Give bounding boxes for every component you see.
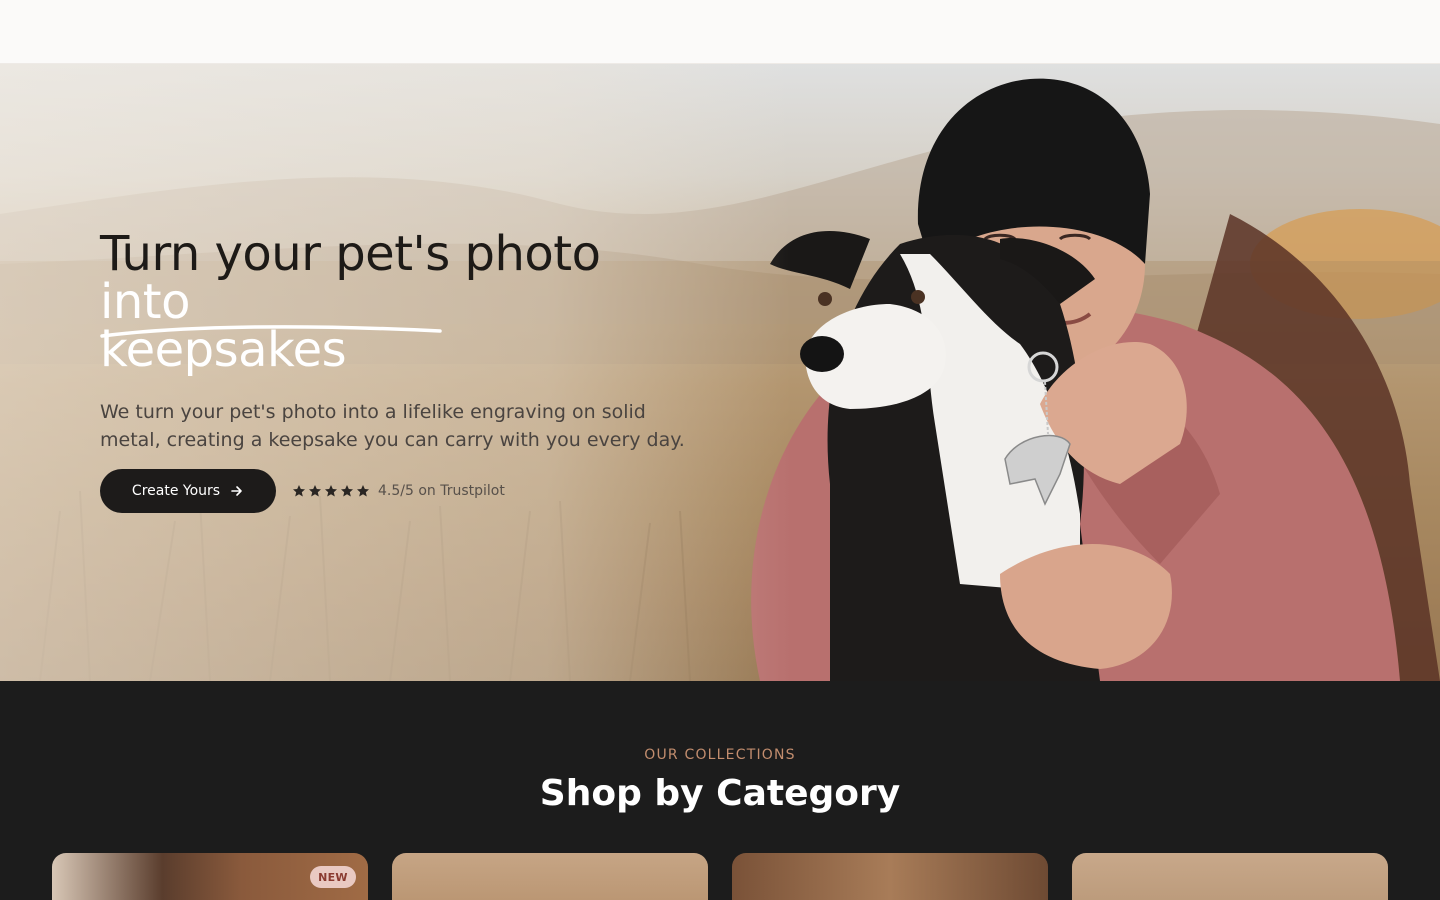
headline-line-2: into keepsakes <box>100 278 445 374</box>
category-card[interactable]: NEW <box>52 853 368 900</box>
create-yours-button[interactable]: Create Yours <box>100 469 276 513</box>
top-navigation-bar <box>0 0 1440 64</box>
hero-description: We turn your pet's photo into a lifelike… <box>100 401 685 451</box>
category-card[interactable] <box>732 853 1048 900</box>
star-icon <box>341 485 353 497</box>
section-title: Shop by Category <box>539 773 901 814</box>
new-badge: NEW <box>310 866 356 888</box>
star-icon <box>325 485 337 497</box>
hand-drawn-underline <box>100 325 442 338</box>
arrow-right-icon <box>231 486 242 496</box>
category-card[interactable] <box>392 853 708 900</box>
collections-section: OUR COLLECTIONS Shop by Category NEW <box>0 681 1440 900</box>
headline-line-1: Turn your pet's photo <box>100 226 601 282</box>
rating-stars <box>292 484 370 498</box>
star-icon <box>293 485 305 497</box>
trustpilot-rating[interactable]: 4.5/5 on Trustpilot <box>292 483 505 499</box>
star-icon <box>357 485 369 497</box>
hero-text-block: Turn your pet's photo into keepsakes We … <box>100 230 700 454</box>
section-eyebrow: OUR COLLECTIONS <box>644 747 796 763</box>
hero-headline: Turn your pet's photo into keepsakes <box>100 230 700 374</box>
create-yours-label: Create Yours <box>131 483 221 499</box>
category-card[interactable] <box>1072 853 1388 900</box>
star-icon <box>309 485 321 497</box>
rating-text: 4.5/5 on Trustpilot <box>378 483 505 499</box>
hero-actions: Create Yours 4.5/5 on Trustpilot <box>100 469 505 513</box>
